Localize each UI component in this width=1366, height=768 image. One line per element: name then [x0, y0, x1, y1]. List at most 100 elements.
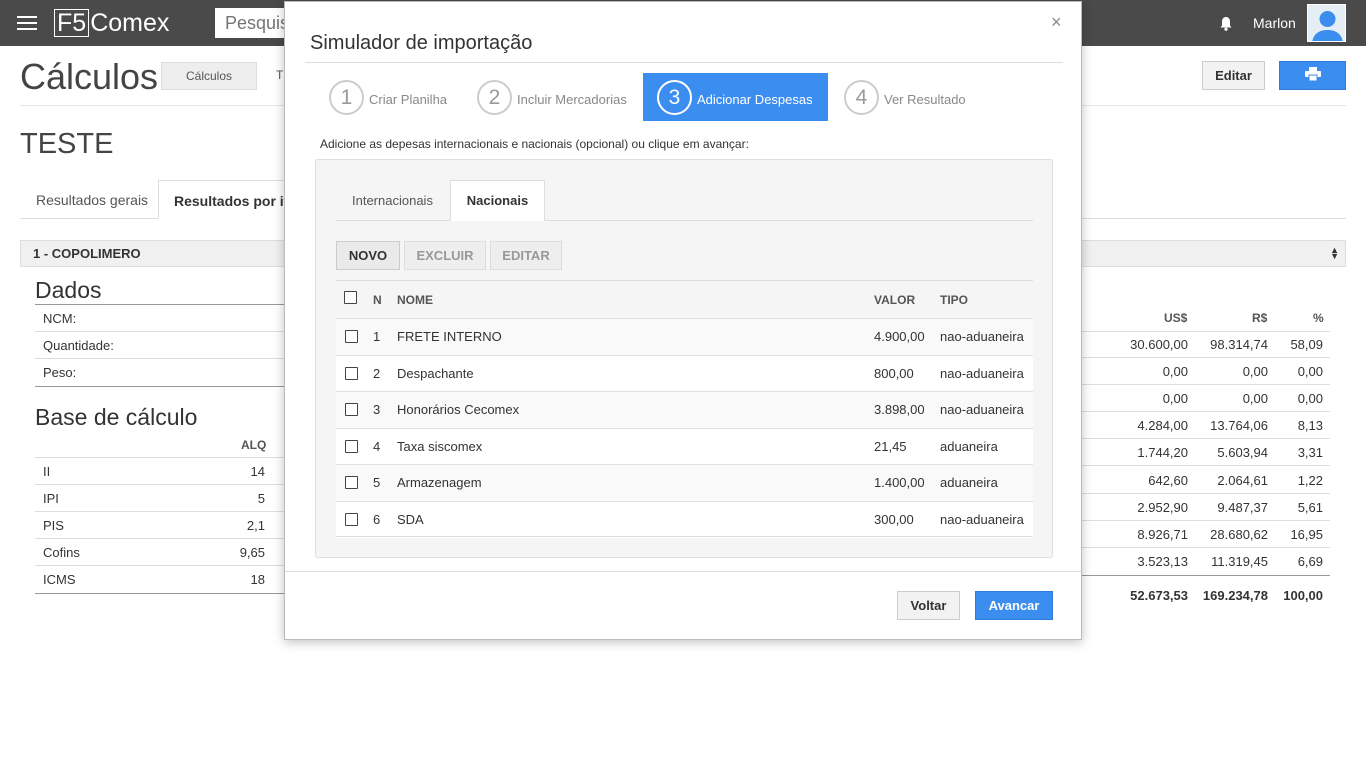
- user-avatar-icon: [1308, 5, 1345, 41]
- search-input[interactable]: [215, 8, 290, 38]
- row-checkbox[interactable]: [345, 439, 358, 453]
- base-heading: Base de cálculo: [35, 404, 198, 430]
- dados-heading: Dados: [35, 277, 102, 303]
- row-checkbox[interactable]: [345, 513, 358, 526]
- breadcrumb-item[interactable]: Cálculos: [161, 62, 258, 90]
- table-cell: 2.064,61: [1217, 472, 1268, 488]
- print-button[interactable]: [1279, 61, 1346, 90]
- table-cell: 4.284,00: [1137, 418, 1188, 434]
- divider: [336, 280, 1033, 281]
- table-cell: 1,22: [1297, 472, 1323, 488]
- col-header-nome: NOME: [397, 293, 433, 307]
- step-ver-resultado[interactable]: 4 Ver Resultado: [841, 73, 981, 121]
- row-checkbox[interactable]: [345, 403, 358, 417]
- table-row[interactable]: 6 SDA 300,00 nao-aduaneira: [336, 501, 1033, 538]
- step-incluir-mercadorias[interactable]: 2 Incluir Mercadorias: [472, 73, 632, 121]
- expense-number: 6: [373, 512, 381, 527]
- divider: [1082, 546, 1330, 548]
- table-cell: 16,95: [1290, 526, 1323, 542]
- table-cell: 98.314,74: [1210, 337, 1268, 352]
- col-header-brl: R$: [1252, 311, 1268, 325]
- table-cell: 0,00: [1162, 364, 1188, 380]
- table-cell: 0,00: [1297, 364, 1323, 380]
- expense-name: Despachante: [397, 365, 474, 381]
- table-cell: 11.319,45: [1211, 553, 1268, 569]
- step-criar-planilha[interactable]: 1 Criar Planilha: [323, 73, 453, 121]
- col-header-valor: VALOR: [874, 293, 916, 307]
- tax-name: IPI: [43, 491, 59, 506]
- menu-icon[interactable]: [17, 16, 37, 30]
- tab-results-by-item[interactable]: Resultados por item: [158, 180, 288, 219]
- step-adicionar-despesas[interactable]: 3 Adicionar Despesas: [643, 73, 828, 121]
- divider: [35, 331, 285, 332]
- table-cell: 5,61: [1297, 499, 1323, 515]
- table-cell: 0,00: [1242, 391, 1268, 407]
- expense-value: 800,00: [874, 365, 914, 381]
- expense-type: aduaneira: [940, 475, 998, 491]
- divider: [1082, 465, 1330, 467]
- row-checkbox[interactable]: [345, 330, 358, 343]
- divider: [336, 536, 1033, 537]
- tab-internacionais[interactable]: Internacionais: [352, 193, 433, 208]
- next-button[interactable]: Avancar: [975, 591, 1053, 620]
- table-cell: 6,69: [1297, 553, 1323, 569]
- breadcrumb-item[interactable]: T: [276, 68, 283, 82]
- divider: [1082, 492, 1330, 494]
- excluir-button[interactable]: EXCLUIR: [404, 241, 486, 270]
- username[interactable]: Marlon: [1253, 15, 1296, 31]
- table-row[interactable]: 5 Armazenagem 1.400,00 aduaneira: [336, 464, 1033, 502]
- editar-button[interactable]: EDITAR: [490, 241, 562, 270]
- tax-name: PIS: [43, 518, 64, 533]
- expense-number: 4: [373, 438, 381, 454]
- step-number: 4: [844, 80, 879, 115]
- col-header-usd: US$: [1164, 311, 1188, 325]
- tab-nacionais[interactable]: Nacionais: [450, 180, 545, 221]
- avatar[interactable]: [1307, 4, 1346, 42]
- table-cell: 0,00: [1297, 391, 1323, 407]
- expense-name: SDA: [397, 512, 424, 527]
- table-cell: 3,31: [1297, 445, 1323, 461]
- select-arrows-icon: ▲ ▼: [1330, 245, 1339, 261]
- printer-icon: [1304, 67, 1321, 82]
- divider: [35, 511, 285, 512]
- expense-type: nao-aduaneira: [940, 512, 1024, 527]
- brand-logo[interactable]: F5 Comex: [54, 9, 169, 37]
- step-number: 1: [329, 80, 364, 115]
- expense-value: 3.898,00: [874, 402, 925, 418]
- novo-button[interactable]: NOVO: [336, 241, 400, 270]
- divider: [1082, 411, 1330, 413]
- expense-number: 3: [373, 402, 381, 418]
- back-button[interactable]: Voltar: [897, 591, 960, 620]
- expense-value: 1.400,00: [874, 475, 925, 491]
- table-cell: 0,00: [1242, 364, 1268, 380]
- tax-rate: 2,1: [246, 518, 265, 533]
- table-cell: 3.523,13: [1137, 553, 1188, 569]
- brand-prefix: F5: [54, 9, 90, 37]
- table-row[interactable]: 1 FRETE INTERNO 4.900,00 nao-aduaneira: [336, 318, 1033, 355]
- divider: [305, 62, 1063, 63]
- table-cell: 8.926,71: [1137, 526, 1188, 542]
- calculation-name: TESTE: [20, 128, 114, 160]
- divider: [35, 593, 285, 594]
- bell-icon[interactable]: [1219, 16, 1233, 31]
- peso-label: Peso:: [43, 365, 77, 380]
- col-header-n: N: [373, 293, 382, 307]
- row-checkbox[interactable]: [345, 476, 358, 490]
- table-row[interactable]: 4 Taxa siscomex 21,45 aduaneira: [336, 427, 1033, 465]
- modal-title: Simulador de importação: [310, 32, 533, 54]
- edit-button[interactable]: Editar: [1202, 61, 1265, 90]
- expense-number: 1: [373, 329, 381, 344]
- select-all-checkbox[interactable]: [344, 291, 357, 304]
- row-checkbox[interactable]: [345, 366, 358, 380]
- tab-general-results[interactable]: Resultados gerais: [36, 192, 148, 208]
- expense-number: 2: [373, 365, 381, 381]
- table-row[interactable]: 3 Honorários Cecomex 3.898,00 nao-aduaneira: [336, 391, 1033, 429]
- col-header-percent: %: [1313, 311, 1324, 325]
- tabs-rule: [336, 220, 1033, 221]
- close-icon[interactable]: ×: [1051, 12, 1062, 33]
- tax-rate: 5: [257, 491, 265, 506]
- divider: [1082, 331, 1330, 332]
- table-cell: 0,00: [1162, 391, 1188, 407]
- quantidade-label: Quantidade:: [43, 338, 114, 353]
- table-row[interactable]: 2 Despachante 800,00 nao-aduaneira: [336, 354, 1033, 392]
